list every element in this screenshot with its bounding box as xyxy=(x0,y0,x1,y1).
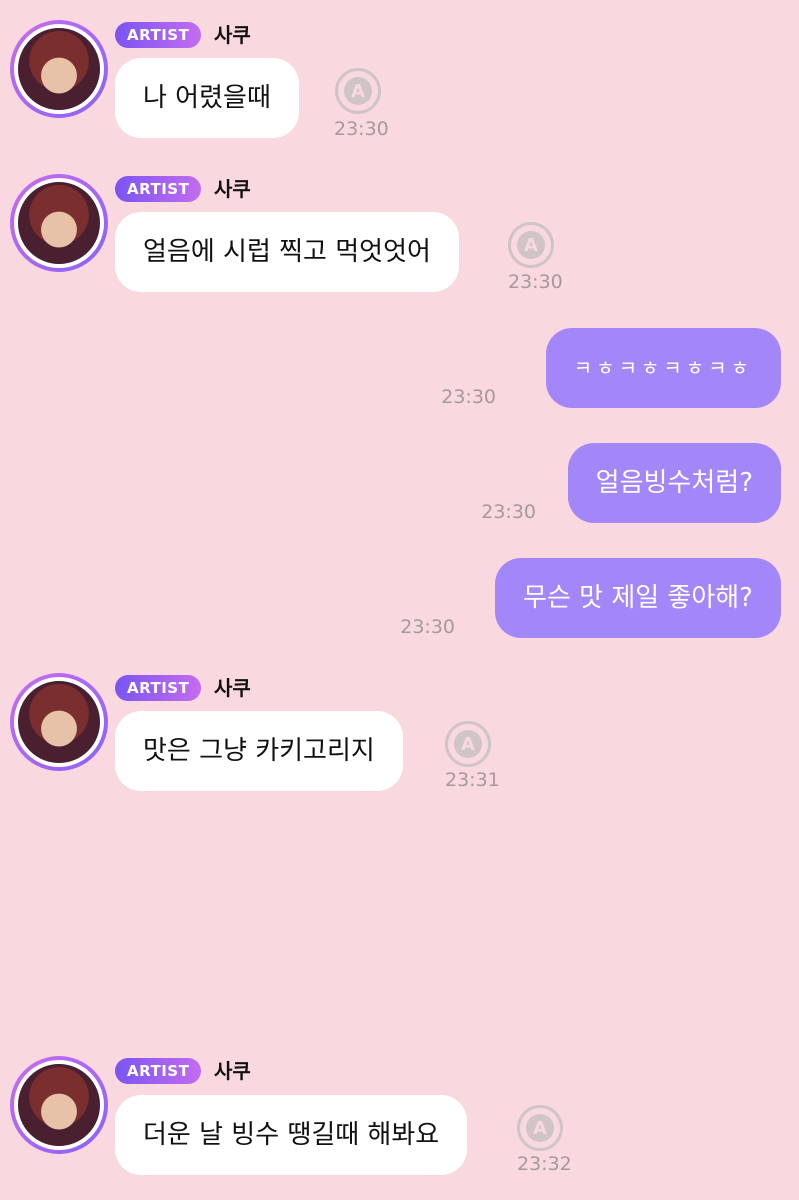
sender-name: 사쿠 xyxy=(214,1059,251,1083)
message-time: 23:32 xyxy=(517,1153,572,1175)
message-time: 23:30 xyxy=(508,271,563,293)
artist-avatar[interactable] xyxy=(10,673,108,771)
outgoing-message-bubble[interactable]: 무슨 맛 제일 좋아해? xyxy=(495,558,781,638)
outgoing-message-bubble[interactable]: 얼음빙수처럼? xyxy=(567,443,781,523)
artist-badge: ARTIST xyxy=(115,22,202,48)
sender-name: 사쿠 xyxy=(214,23,251,47)
sender-name: 사쿠 xyxy=(214,676,251,700)
incoming-message-bubble[interactable]: 더운 날 빙수 땡길때 해봐요 xyxy=(115,1095,468,1175)
artist-badge: ARTIST xyxy=(115,675,202,701)
incoming-message-bubble[interactable]: 나 어렸을때 xyxy=(115,58,299,138)
incoming-message-bubble[interactable]: 맛은 그냥 카키고리지 xyxy=(115,711,403,791)
artist-avatar[interactable] xyxy=(10,174,108,272)
sender-name: 사쿠 xyxy=(214,177,251,201)
message-time: 23:30 xyxy=(481,501,536,523)
artist-badge: ARTIST xyxy=(115,176,202,202)
artist-badge: ARTIST xyxy=(115,1058,202,1084)
message-time: 23:30 xyxy=(400,616,455,638)
chat-thread: ARTIST 사쿠 나 어렸을때 A 23:30 ARTIST 사쿠 얼음에 시… xyxy=(0,0,799,1200)
translate-icon[interactable]: A xyxy=(445,721,491,767)
translate-icon[interactable]: A xyxy=(517,1105,563,1151)
message-time: 23:31 xyxy=(445,769,500,791)
translate-icon[interactable]: A xyxy=(335,68,381,114)
message-time: 23:30 xyxy=(441,386,496,408)
translate-icon[interactable]: A xyxy=(508,222,554,268)
message-time: 23:30 xyxy=(334,118,389,140)
artist-avatar[interactable] xyxy=(10,20,108,118)
incoming-message-bubble[interactable]: 얼음에 시럽 찍고 먹엇엇어 xyxy=(115,212,459,292)
artist-avatar[interactable] xyxy=(10,1056,108,1154)
outgoing-message-bubble[interactable]: ㅋㅎㅋㅎㅋㅎㅋㅎ xyxy=(545,328,781,408)
